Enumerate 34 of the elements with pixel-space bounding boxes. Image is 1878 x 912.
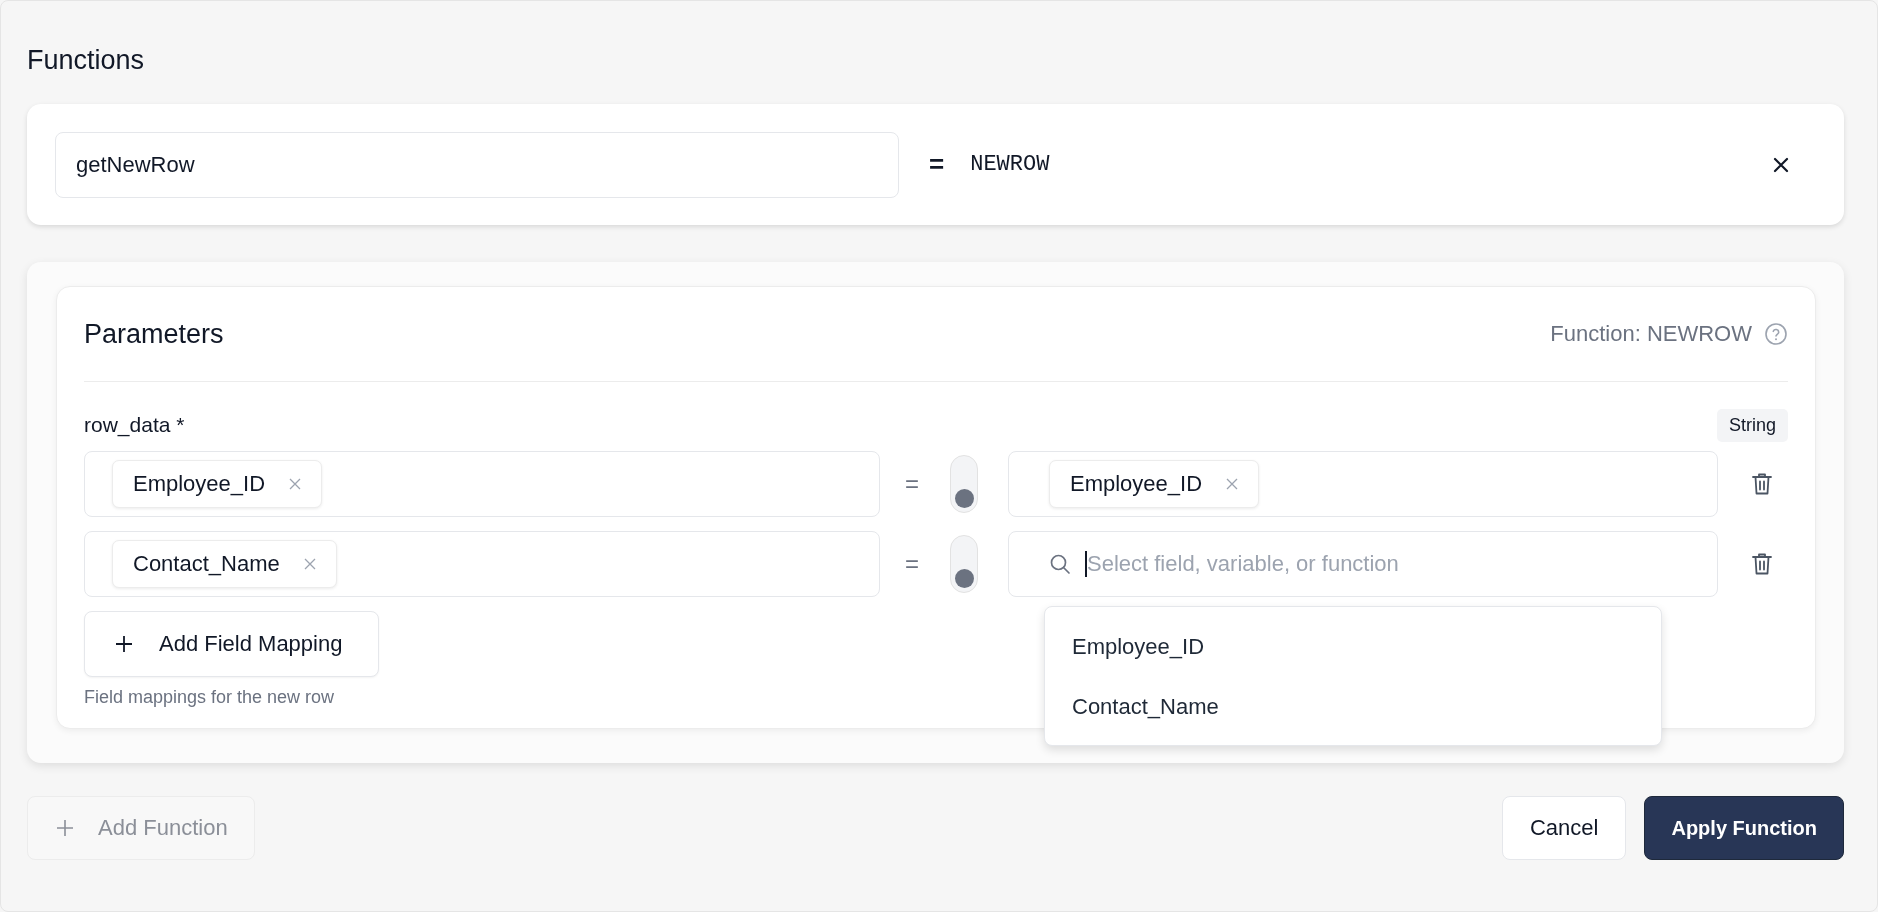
trash-icon[interactable] <box>1751 472 1773 496</box>
equals-sign: = <box>904 470 920 498</box>
cancel-button[interactable]: Cancel <box>1501 796 1627 860</box>
trash-icon[interactable] <box>1751 552 1773 576</box>
search-icon <box>1049 553 1071 575</box>
placeholder-text: Select field, variable, or function <box>1087 551 1399 577</box>
field-chip[interactable]: Employee_ID <box>112 460 323 508</box>
equals-sign: = <box>929 149 945 180</box>
function-label: Function: NEWROW <box>1550 321 1752 347</box>
remove-icon[interactable] <box>303 558 316 570</box>
equals-sign: = <box>904 550 920 578</box>
field-chip[interactable]: Contact_Name <box>112 540 337 588</box>
parameters-title: Parameters <box>84 318 224 350</box>
dropdown-option[interactable]: Employee_ID <box>1045 617 1661 677</box>
add-field-mapping-button[interactable]: Add Field Mapping <box>84 611 380 677</box>
apply-function-button[interactable]: Apply Function <box>1644 796 1844 860</box>
helper-text: Field mappings for the new row <box>84 687 336 708</box>
section-title: Functions <box>27 45 146 76</box>
function-name-field[interactable]: getNewRow <box>55 131 899 198</box>
parameter-label: row_data * <box>84 413 185 437</box>
function-value: NEWROW <box>970 152 1050 177</box>
type-badge: String <box>1716 408 1788 442</box>
help-icon[interactable] <box>1764 322 1788 346</box>
source-field[interactable]: Employee_ID <box>84 451 880 517</box>
target-field[interactable]: Employee_ID <box>1008 451 1718 517</box>
field-chip[interactable]: Employee_ID <box>1049 460 1260 508</box>
remove-icon[interactable] <box>1226 478 1239 490</box>
plus-icon <box>56 819 74 837</box>
source-field[interactable]: Contact_Name <box>84 531 880 597</box>
dropdown-option[interactable]: Contact_Name <box>1045 677 1661 737</box>
plus-icon <box>115 635 133 653</box>
toggle-switch[interactable] <box>950 455 978 513</box>
toggle-switch[interactable] <box>950 535 978 593</box>
remove-icon[interactable] <box>289 478 302 490</box>
